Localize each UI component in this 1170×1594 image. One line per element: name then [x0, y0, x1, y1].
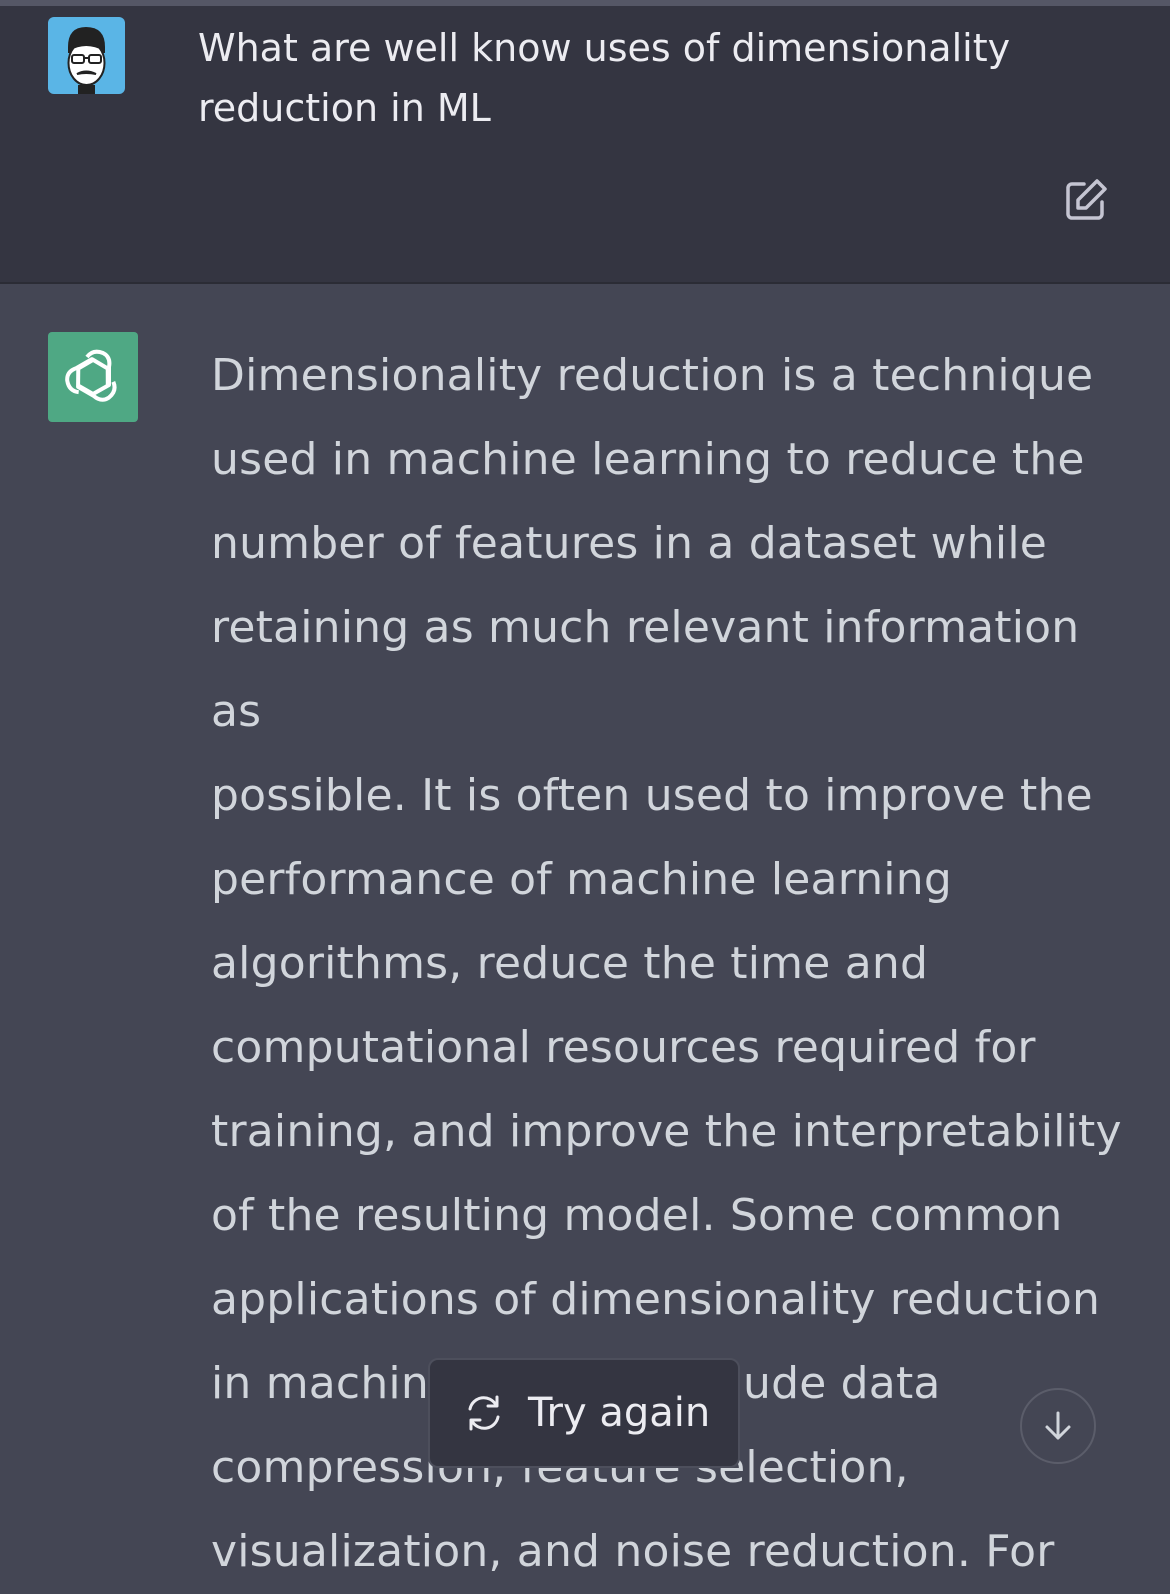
- user-message: What are well know uses of dimensionalit…: [0, 6, 1170, 284]
- try-again-button[interactable]: Try again: [428, 1358, 740, 1468]
- text-line: computational resources required for: [211, 1022, 1036, 1073]
- text-line: applications of dimensionality reduction: [211, 1274, 1101, 1325]
- text-line: training, and improve the interpretabili…: [211, 1106, 1122, 1157]
- text-line: algorithms, reduce the time and: [211, 938, 929, 989]
- text-line: possible. It is often used to improve th…: [211, 770, 1093, 821]
- text-line: number of features in a dataset while: [211, 518, 1048, 569]
- text-line: of the resulting model. Some common: [211, 1190, 1063, 1241]
- text-line: Dimensionality reduction is a technique: [211, 350, 1094, 401]
- text-line: used in machine learning to reduce the: [211, 434, 1085, 485]
- try-again-label: Try again: [528, 1390, 711, 1436]
- assistant-message: Dimensionality reduction is a technique …: [0, 284, 1170, 1577]
- refresh-icon: [468, 1395, 500, 1431]
- text-line: retaining as much relevant information a…: [211, 602, 1080, 737]
- openai-logo-icon: [48, 332, 138, 422]
- text-line: visualization, and noise reduction. For: [211, 1526, 1055, 1577]
- text-line: performance of machine learning: [211, 854, 952, 905]
- user-avatar-icon: [48, 17, 125, 94]
- user-message-text: What are well know uses of dimensionalit…: [198, 26, 1011, 130]
- scroll-down-button[interactable]: [1020, 1388, 1096, 1464]
- edit-icon[interactable]: [1058, 172, 1114, 228]
- arrow-down-icon: [1045, 1411, 1071, 1440]
